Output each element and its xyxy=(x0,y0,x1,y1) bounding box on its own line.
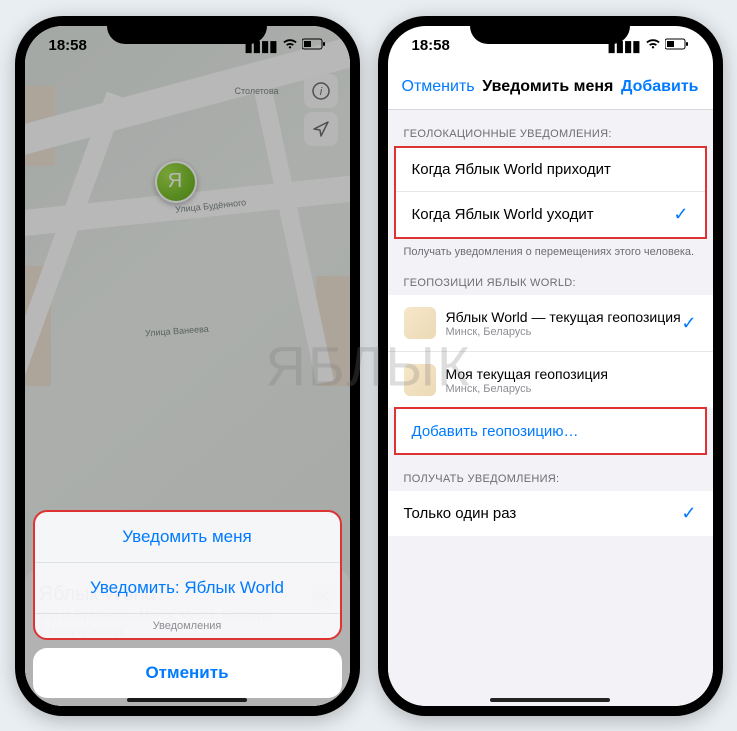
add-location-button[interactable]: Добавить геопозицию… xyxy=(396,409,705,453)
screen-right: 18:58 ▮▮▮▮ Отменить Уведомить меня Добав… xyxy=(388,26,713,706)
phone-right: 18:58 ▮▮▮▮ Отменить Уведомить меня Добав… xyxy=(378,16,723,716)
battery-icon xyxy=(302,37,326,54)
location-thumb-icon xyxy=(404,307,436,339)
notch xyxy=(107,16,267,44)
location-my-current[interactable]: Моя текущая геопозиция Минск, Беларусь xyxy=(388,352,713,408)
section-header-frequency: ПОЛУЧАТЬ УВЕДОМЛЕНИЯ: xyxy=(388,455,713,491)
checkmark-icon: ✓ xyxy=(681,503,696,524)
option-leaves[interactable]: Когда Яблык World уходит ✓ xyxy=(396,192,705,237)
status-time: 18:58 xyxy=(412,37,450,54)
nav-add-button[interactable]: Добавить xyxy=(621,78,699,96)
cancel-button[interactable]: Отменить xyxy=(33,648,342,698)
nav-title: Уведомить меня xyxy=(482,78,613,96)
add-location-label: Добавить геопозицию… xyxy=(412,423,579,440)
checkmark-icon: ✓ xyxy=(681,313,696,334)
location-title: Моя текущая геопозиция xyxy=(446,366,608,383)
section-header-locations: ГЕОПОЗИЦИИ ЯБЛЫК WORLD: xyxy=(388,259,713,295)
action-sheet-options: Уведомить меня Уведомить: Яблык World Ув… xyxy=(33,510,342,640)
notch xyxy=(470,16,630,44)
option-leaves-label: Когда Яблык World уходит xyxy=(412,206,594,223)
screen-left: 18:58 ▮▮▮▮ Столетова Улица Будённого Ули… xyxy=(25,26,350,706)
phone-left: 18:58 ▮▮▮▮ Столетова Улица Будённого Ули… xyxy=(15,16,360,716)
frequency-group: Только один раз ✓ xyxy=(388,491,713,536)
checkmark-icon: ✓ xyxy=(673,204,688,225)
home-indicator[interactable] xyxy=(127,698,247,702)
locations-group: Яблык World — текущая геопозиция Минск, … xyxy=(388,295,713,408)
location-subtitle: Минск, Беларусь xyxy=(446,326,681,338)
option-arrives-label: Когда Яблык World приходит xyxy=(412,161,611,178)
section-footer-geonotif: Получать уведомления о перемещениях этог… xyxy=(388,239,713,260)
add-location-group: Добавить геопозицию… xyxy=(394,407,707,455)
wifi-icon xyxy=(645,37,661,54)
battery-icon xyxy=(665,37,689,54)
notify-when-group: Когда Яблык World приходит Когда Яблык W… xyxy=(394,146,707,239)
location-thumb-icon xyxy=(404,364,436,396)
option-arrives[interactable]: Когда Яблык World приходит xyxy=(396,148,705,192)
nav-cancel-button[interactable]: Отменить xyxy=(402,78,475,96)
notify-friend-option[interactable]: Уведомить: Яблык World xyxy=(35,563,340,614)
navbar: Отменить Уведомить меня Добавить xyxy=(388,66,713,110)
action-sheet: Уведомить меня Уведомить: Яблык World Ув… xyxy=(33,510,342,698)
sheet-hint: Уведомления xyxy=(35,614,340,638)
location-friend-current[interactable]: Яблык World — текущая геопозиция Минск, … xyxy=(388,295,713,352)
location-subtitle: Минск, Беларусь xyxy=(446,383,608,395)
location-title: Яблык World — текущая геопозиция xyxy=(446,309,681,326)
status-time: 18:58 xyxy=(49,37,87,54)
home-indicator[interactable] xyxy=(490,698,610,702)
notify-me-option[interactable]: Уведомить меня xyxy=(35,512,340,563)
option-once-label: Только один раз xyxy=(404,505,517,522)
wifi-icon xyxy=(282,37,298,54)
option-once[interactable]: Только один раз ✓ xyxy=(388,491,713,536)
section-header-geonotif: ГЕОЛОКАЦИОННЫЕ УВЕДОМЛЕНИЯ: xyxy=(388,110,713,146)
settings-list[interactable]: ГЕОЛОКАЦИОННЫЕ УВЕДОМЛЕНИЯ: Когда Яблык … xyxy=(388,110,713,706)
